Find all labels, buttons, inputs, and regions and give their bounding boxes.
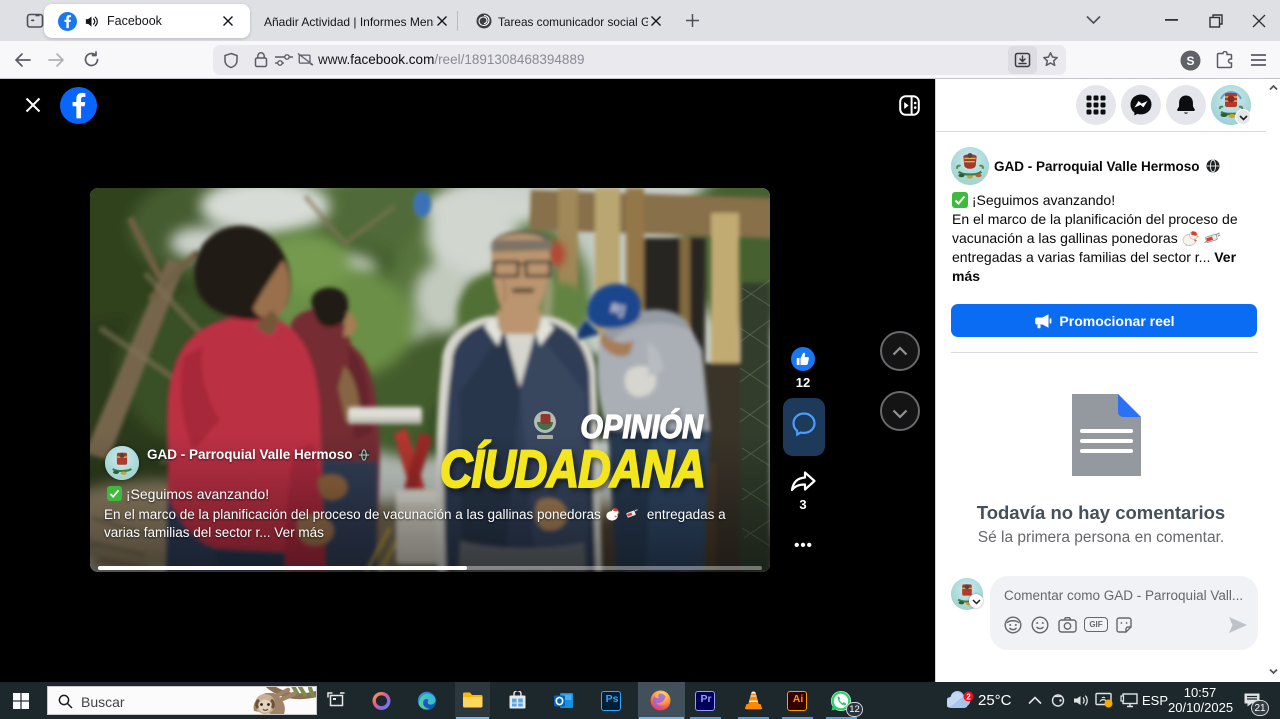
svg-text:S: S [1186,54,1194,68]
svg-text:2: 2 [966,693,971,702]
